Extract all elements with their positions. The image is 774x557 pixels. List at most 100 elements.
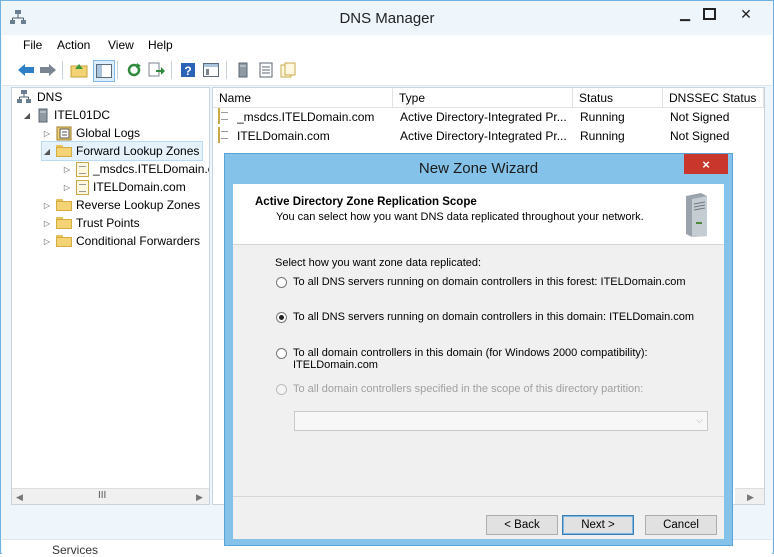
menu-help[interactable]: Help xyxy=(148,38,173,52)
tree-item-conditional-forwarders[interactable]: ▷ Conditional Forwarders xyxy=(42,232,200,250)
tree-label-global-logs: Global Logs xyxy=(76,126,141,140)
expand-icon[interactable]: ▷ xyxy=(42,237,52,246)
tree-label-msdcs-zone: _msdcs.ITELDomain.c xyxy=(93,162,210,176)
zone-icon xyxy=(280,62,296,78)
next-button[interactable]: Next > xyxy=(562,515,634,535)
expand-icon[interactable]: ▷ xyxy=(62,165,72,174)
wizard-separator xyxy=(233,496,724,497)
row-dnssec: Not Signed xyxy=(670,129,730,143)
tree-label-dns: DNS xyxy=(37,90,63,104)
list-icon xyxy=(259,62,273,78)
tree-item-forward-lookup-zones[interactable]: ◢ Forward Lookup Zones xyxy=(40,141,204,161)
option-win2000-label: To all domain controllers in this domain… xyxy=(293,347,648,359)
export-button[interactable] xyxy=(147,60,167,80)
wizard-heading: Active Directory Zone Replication Scope xyxy=(255,196,477,208)
row-type: Active Directory-Integrated Pr... xyxy=(400,129,567,143)
tree-item-trust-points[interactable]: ▷ Trust Points xyxy=(42,214,140,232)
row-type: Active Directory-Integrated Pr... xyxy=(400,110,567,124)
replication-prompt: Select how you want zone data replicated… xyxy=(275,257,482,269)
radio-domain[interactable] xyxy=(276,312,287,323)
forward-icon xyxy=(40,64,56,76)
column-header-type[interactable]: Type xyxy=(393,88,573,108)
maximize-button[interactable] xyxy=(692,4,726,24)
wizard-subheading: You can select how you want DNS data rep… xyxy=(276,211,644,223)
up-folder-button[interactable] xyxy=(69,60,89,80)
table-row[interactable]: ITELDomain.com Active Directory-Integrat… xyxy=(213,127,764,145)
zone-icon xyxy=(218,108,220,124)
tree-item-iteldomain-zone[interactable]: ▷ ITELDomain.com xyxy=(62,178,186,196)
expand-icon[interactable]: ▷ xyxy=(62,183,72,192)
back-button[interactable] xyxy=(16,60,36,80)
back-icon xyxy=(18,64,34,76)
option-partition[interactable]: To all domain controllers specified in t… xyxy=(276,383,643,395)
option-forest-label: To all DNS servers running on domain con… xyxy=(293,276,686,288)
option-partition-label: To all domain controllers specified in t… xyxy=(293,383,644,395)
show-hide-tree-button[interactable] xyxy=(93,60,115,82)
radio-win2000[interactable] xyxy=(276,348,287,359)
toolbar-separator xyxy=(62,61,63,79)
radio-partition[interactable] xyxy=(276,384,287,395)
cancel-button[interactable]: Cancel xyxy=(645,515,717,535)
folder-icon xyxy=(56,217,72,229)
column-header-dnssec[interactable]: DNSSEC Status xyxy=(663,88,764,108)
scroll-thumb[interactable]: III xyxy=(98,490,106,501)
help-button[interactable]: ? xyxy=(178,60,198,80)
tree-item-global-logs[interactable]: ▷ Global Logs xyxy=(42,124,140,142)
dns-icon xyxy=(17,90,31,103)
tree-label-forward-lookup-zones: Forward Lookup Zones xyxy=(76,144,200,158)
expand-icon[interactable]: ▷ xyxy=(42,219,52,228)
scroll-left-icon[interactable]: ◀ xyxy=(16,492,23,503)
chevron-down-icon[interactable]: ⌵ xyxy=(696,415,703,426)
row-name: _msdcs.ITELDomain.com xyxy=(237,110,375,124)
back-button[interactable]: < Back xyxy=(486,515,558,535)
wizard-close-button[interactable]: × xyxy=(684,154,728,174)
folder-icon xyxy=(56,235,72,247)
list-button[interactable] xyxy=(256,60,276,80)
collapse-icon[interactable]: ◢ xyxy=(22,111,32,120)
collapse-icon[interactable]: ◢ xyxy=(42,147,52,156)
menu-file[interactable]: File xyxy=(23,38,42,52)
refresh-button[interactable] xyxy=(124,60,144,80)
forward-button[interactable] xyxy=(38,60,58,80)
list-horizontal-scrollbar[interactable]: ▶ xyxy=(735,488,764,504)
wizard-title: New Zone Wizard xyxy=(418,160,539,177)
menu-bar: File Action View Help xyxy=(2,35,772,55)
svg-text:?: ? xyxy=(184,64,191,78)
menu-view[interactable]: View xyxy=(108,38,134,52)
row-status: Running xyxy=(580,110,625,124)
option-domain[interactable]: To all DNS servers running on domain con… xyxy=(276,311,694,323)
tree-horizontal-scrollbar[interactable]: ◀ III ▶ xyxy=(12,488,209,504)
help-icon: ? xyxy=(181,63,195,78)
up-folder-icon xyxy=(70,64,88,78)
column-header-name[interactable]: Name xyxy=(213,88,393,108)
menu-action[interactable]: Action xyxy=(57,38,90,52)
properties-button[interactable] xyxy=(201,60,221,80)
tree-item-dns[interactable]: DNS xyxy=(16,88,62,106)
scroll-right-icon[interactable]: ▶ xyxy=(747,492,754,503)
option-win2000[interactable]: To all domain controllers in this domain… xyxy=(276,347,648,371)
partition-combobox[interactable]: ⌵ xyxy=(294,411,708,431)
close-button[interactable]: ✕ xyxy=(723,4,769,24)
table-row[interactable]: _msdcs.ITELDomain.com Active Directory-I… xyxy=(213,108,764,126)
option-win2000-domain: ITELDomain.com xyxy=(293,359,378,371)
tree-item-reverse-lookup-zones[interactable]: ▷ Reverse Lookup Zones xyxy=(42,196,200,214)
new-zone-wizard-dialog: New Zone Wizard × Active Directory Zone … xyxy=(224,153,733,546)
tree-item-server[interactable]: ◢ ITEL01DC xyxy=(22,106,110,124)
radio-forest[interactable] xyxy=(276,277,287,288)
option-forest[interactable]: To all DNS servers running on domain con… xyxy=(276,276,686,288)
zone-button[interactable] xyxy=(278,60,298,80)
zone-icon xyxy=(218,127,220,143)
tree-item-msdcs-zone[interactable]: ▷ _msdcs.ITELDomain.c xyxy=(62,160,210,178)
server-icon xyxy=(38,108,48,122)
column-header-status[interactable]: Status xyxy=(573,88,663,108)
scroll-right-icon[interactable]: ▶ xyxy=(196,492,203,503)
wizard-header: Active Directory Zone Replication Scope … xyxy=(233,184,724,245)
zone-icon xyxy=(76,161,89,177)
tree-label-reverse-lookup-zones: Reverse Lookup Zones xyxy=(76,198,201,212)
tree-label-iteldomain-zone: ITELDomain.com xyxy=(93,180,186,194)
server-tower-icon xyxy=(686,193,707,237)
expand-icon[interactable]: ▷ xyxy=(42,201,52,210)
server-button[interactable] xyxy=(233,60,253,80)
option-domain-label: To all DNS servers running on domain con… xyxy=(293,311,695,323)
expand-icon[interactable]: ▷ xyxy=(42,129,52,138)
